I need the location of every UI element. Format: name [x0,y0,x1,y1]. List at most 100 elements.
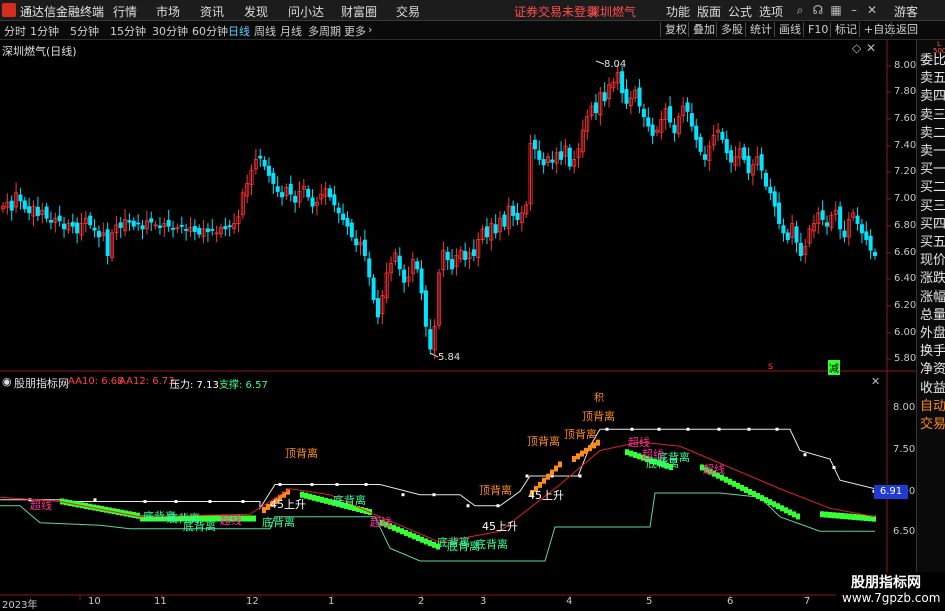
quote-field-label[interactable]: 自动 [920,395,945,414]
x-axis-label: 10 [88,596,101,607]
band-marker [605,427,609,431]
ribbon-block [848,513,852,520]
ribbon-block [788,509,792,516]
anno-bottom-div-4: 底背离 [262,516,295,529]
candle-body [646,117,651,127]
candle-body [567,147,572,167]
quote-field-label[interactable]: 卖四 [920,85,945,104]
low-pointer [429,352,439,358]
candle-body [550,159,555,163]
candle-body [689,113,694,127]
candle-body [22,200,27,210]
candle-body [332,194,337,206]
quote-field-label[interactable]: 换手 [920,340,945,359]
anno-rise-2: 45上升 [528,489,564,502]
candle-body [868,235,873,251]
ribbon-block [572,456,576,462]
anno-rise-1: 45上升 [270,498,306,511]
quote-field-label[interactable]: 买一 [920,158,945,177]
candle-body [785,232,790,240]
quote-field-label[interactable]: 卖一 [920,140,945,159]
candle-body [127,220,132,223]
candle-body [720,131,725,140]
ribbon-block [760,495,764,502]
quote-field-label[interactable]: 委比 [920,49,945,68]
ribbon-block [744,486,748,493]
ribbon-block [856,514,860,521]
ribbon-block [588,445,592,452]
candle-body [855,215,860,224]
high-marker: 8.04 [604,59,627,70]
quote-field-label[interactable]: 现价 [920,249,945,268]
ribbon-block [408,531,412,538]
quote-field-label[interactable]: 卖二 [920,122,945,141]
band-marker [496,504,500,508]
anno-top-div-4: 顶背离 [564,428,597,441]
close-panel-icon[interactable]: ✕ [866,41,876,55]
anno-bottom-div-8: 底背离 [475,538,508,551]
candle-body [781,225,786,234]
quote-field-label[interactable]: 外盘 [920,322,945,341]
ribbon-block [584,447,588,454]
band-marker [143,500,147,503]
quote-field-label[interactable]: 收益 [920,377,945,396]
candle-body [641,108,646,118]
quote-field-label[interactable]: 涨跌 [920,267,945,286]
ribbon-block [633,451,637,458]
ribbon-block [824,511,828,518]
quote-field-label[interactable]: 买四 [920,213,945,232]
ribbon-block [432,541,436,548]
candle-body [419,268,424,294]
candle-body [105,229,110,256]
candle-body [502,214,507,227]
quote-field-label[interactable]: 净资 [920,358,945,377]
candle-body [702,154,707,160]
band-marker [630,427,634,431]
indicator-name[interactable]: 股朋指标网 [14,375,69,391]
candle-body [825,222,830,227]
ribbon-block [752,491,756,498]
candle-body [532,139,537,150]
candle-body [842,230,847,238]
candle-body [402,269,407,283]
anno-top-div-5: 顶背离 [582,410,615,423]
candle-body [423,290,428,327]
kline-chart[interactable] [0,0,945,609]
ribbon-block [262,507,266,513]
ribbon-block [550,469,554,476]
ribbon-block [328,498,332,505]
price-axis-label: 6.60 [894,247,917,258]
indicator-close-icon[interactable]: ✕ [871,375,880,388]
candle-body [184,229,189,231]
ribbon-block [772,501,776,508]
ribbon-block [764,497,768,504]
ribbon-block [768,499,772,506]
indicator-toggle-icon[interactable]: ◉ [2,375,12,388]
ribbon-block [796,513,800,520]
x-axis-label: 7 [804,596,811,607]
candle-body [345,218,350,227]
ribbon-block [400,528,404,535]
settings-gear-icon[interactable]: ◇ [852,41,861,55]
candle-body [471,249,476,256]
x-axis-label: 4 [566,596,573,607]
quote-field-label[interactable]: 买五 [920,231,945,250]
quote-field-label[interactable]: 交易 [920,413,945,432]
band-marker [747,427,751,431]
upper-band-line [0,428,876,511]
candle-body [768,186,773,194]
candle-body [493,224,498,234]
candle-body [280,192,285,198]
quote-field-label[interactable]: 买二 [920,176,945,195]
band-marker [578,474,582,478]
quote-field-label[interactable]: 卖三 [920,104,945,123]
candle-body [694,125,699,140]
candle-body [729,150,734,163]
candle-body [515,212,520,220]
candle-body [227,225,232,228]
quote-field-label[interactable]: 卖五 [920,67,945,86]
candle-body [724,139,729,154]
quote-field-label[interactable]: 总量 [920,304,945,323]
quote-field-label[interactable]: 买三 [920,195,945,214]
quote-field-label[interactable]: 涨幅 [920,286,945,305]
